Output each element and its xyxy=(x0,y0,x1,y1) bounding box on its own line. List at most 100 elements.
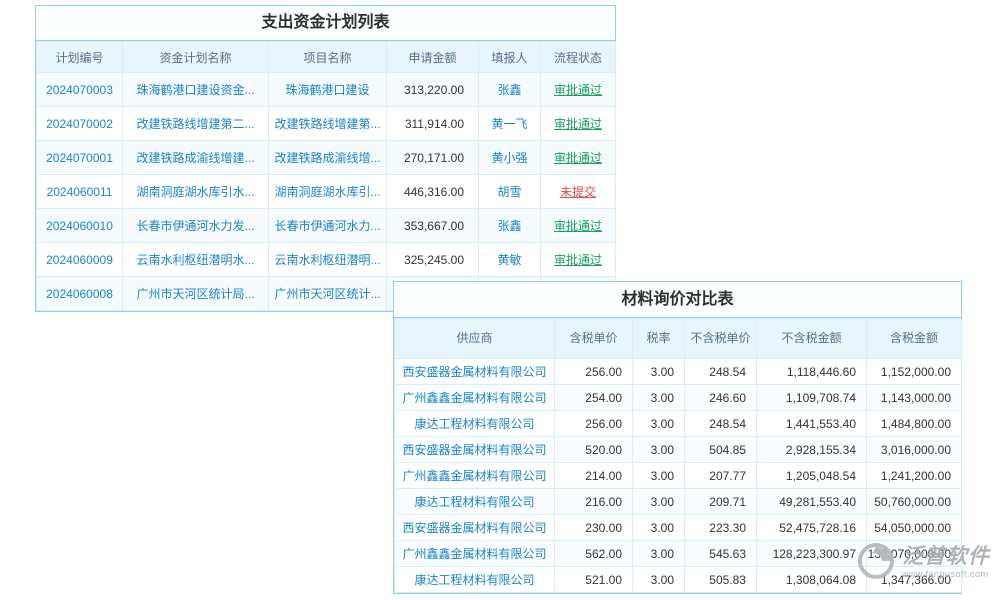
watermark-text: 泛普软件 www.fanpusoft.com xyxy=(902,546,990,579)
table-row[interactable]: 西安盛器金属材料有限公司 520.00 3.00 504.85 2,928,15… xyxy=(395,437,962,463)
tax-rate: 3.00 xyxy=(633,567,685,593)
quote-table-title: 材料询价对比表 xyxy=(394,282,961,318)
plan-name-link[interactable]: 云南水利枢纽潜明水... xyxy=(136,253,254,267)
table-row[interactable]: 2024070002 改建铁路线增建第二... 改建铁路线增建第... 311,… xyxy=(37,107,616,141)
project-name-link[interactable]: 广州市天河区统计... xyxy=(274,287,380,301)
price-no-tax: 223.30 xyxy=(685,515,757,541)
amount-no-tax: 52,475,728.16 xyxy=(757,515,867,541)
supplier-link[interactable]: 康达工程材料有限公司 xyxy=(414,573,534,587)
apply-amount: 446,316.00 xyxy=(387,175,479,209)
plan-name-link[interactable]: 改建铁路成渝线增建... xyxy=(136,151,254,165)
tax-rate: 3.00 xyxy=(633,411,685,437)
amount-with-tax: 1,143,000.00 xyxy=(867,385,962,411)
amount-no-tax: 1,441,553.40 xyxy=(757,411,867,437)
price-with-tax: 520.00 xyxy=(555,437,633,463)
plan-id-link[interactable]: 2024060010 xyxy=(46,219,113,233)
filler-link[interactable]: 张鑫 xyxy=(497,83,521,97)
plan-id-link[interactable]: 2024070002 xyxy=(46,117,113,131)
table-row[interactable]: 2024070003 珠海鹤港口建设资金... 珠海鹤港口建设 313,220.… xyxy=(37,73,616,107)
plan-id-link[interactable]: 2024060011 xyxy=(47,185,113,199)
plan-name-link[interactable]: 湖南洞庭湖水库引水... xyxy=(136,185,254,199)
col-header-status: 流程状态 xyxy=(541,42,616,73)
filler-link[interactable]: 黄小强 xyxy=(491,151,527,165)
status-link[interactable]: 审批通过 xyxy=(554,219,602,233)
amount-no-tax: 1,308,064.08 xyxy=(757,567,867,593)
amount-with-tax: 3,016,000.00 xyxy=(867,437,962,463)
plan-id-link[interactable]: 2024070003 xyxy=(46,83,113,97)
apply-amount: 325,245.00 xyxy=(387,243,479,277)
price-with-tax: 214.00 xyxy=(555,463,633,489)
table-row[interactable]: 康达工程材料有限公司 216.00 3.00 209.71 49,281,553… xyxy=(395,489,962,515)
amount-no-tax: 49,281,553.40 xyxy=(757,489,867,515)
col-header-project-name: 项目名称 xyxy=(269,42,387,73)
price-with-tax: 256.00 xyxy=(555,359,633,385)
amount-no-tax: 1,109,708.74 xyxy=(757,385,867,411)
project-name-link[interactable]: 湖南洞庭湖水库引... xyxy=(274,185,380,199)
tax-rate: 3.00 xyxy=(633,437,685,463)
price-with-tax: 562.00 xyxy=(555,541,633,567)
plan-id-link[interactable]: 2024060008 xyxy=(46,287,113,301)
col-header-price-no-tax: 不含税单价 xyxy=(685,319,757,359)
filler-link[interactable]: 张鑫 xyxy=(497,219,521,233)
amount-no-tax: 1,118,446.60 xyxy=(757,359,867,385)
apply-amount: 353,667.00 xyxy=(387,209,479,243)
price-no-tax: 505.83 xyxy=(685,567,757,593)
price-with-tax: 216.00 xyxy=(555,489,633,515)
status-link[interactable]: 审批通过 xyxy=(554,83,602,97)
tax-rate: 3.00 xyxy=(633,385,685,411)
col-header-amount-with-tax: 含税金额 xyxy=(867,319,962,359)
plan-name-link[interactable]: 长春市伊通河水力发... xyxy=(136,219,254,233)
watermark-brand: 泛普软件 xyxy=(902,546,990,568)
supplier-link[interactable]: 广州鑫鑫金属材料有限公司 xyxy=(402,547,546,561)
col-header-filler: 填报人 xyxy=(479,42,541,73)
project-name-link[interactable]: 珠海鹤港口建设 xyxy=(285,83,369,97)
supplier-link[interactable]: 康达工程材料有限公司 xyxy=(414,495,534,509)
supplier-link[interactable]: 西安盛器金属材料有限公司 xyxy=(402,443,546,457)
supplier-link[interactable]: 西安盛器金属材料有限公司 xyxy=(402,521,546,535)
table-row[interactable]: 2024060009 云南水利枢纽潜明水... 云南水利枢纽潜明... 325,… xyxy=(37,243,616,277)
price-with-tax: 230.00 xyxy=(555,515,633,541)
col-header-tax-rate: 税率 xyxy=(633,319,685,359)
supplier-link[interactable]: 广州鑫鑫金属材料有限公司 xyxy=(402,391,546,405)
amount-no-tax: 1,205,048.54 xyxy=(757,463,867,489)
tax-rate: 3.00 xyxy=(633,489,685,515)
price-no-tax: 248.54 xyxy=(685,359,757,385)
supplier-link[interactable]: 西安盛器金属材料有限公司 xyxy=(402,365,546,379)
table-row[interactable]: 2024070001 改建铁路成渝线增建... 改建铁路成渝线增... 270,… xyxy=(37,141,616,175)
status-link[interactable]: 审批通过 xyxy=(554,151,602,165)
project-name-link[interactable]: 长春市伊通河水力... xyxy=(274,219,380,233)
plan-name-link[interactable]: 广州市天河区统计局... xyxy=(136,287,254,301)
status-link[interactable]: 审批通过 xyxy=(554,117,602,131)
table-row[interactable]: 康达工程材料有限公司 256.00 3.00 248.54 1,441,553.… xyxy=(395,411,962,437)
col-header-price-with-tax: 含税单价 xyxy=(555,319,633,359)
amount-with-tax: 1,484,800.00 xyxy=(867,411,962,437)
watermark-url: www.fanpusoft.com xyxy=(902,570,990,579)
tax-rate: 3.00 xyxy=(633,541,685,567)
table-row[interactable]: 2024060011 湖南洞庭湖水库引水... 湖南洞庭湖水库引... 446,… xyxy=(37,175,616,209)
project-name-link[interactable]: 改建铁路线增建第... xyxy=(274,117,380,131)
supplier-link[interactable]: 广州鑫鑫金属材料有限公司 xyxy=(402,469,546,483)
tax-rate: 3.00 xyxy=(633,359,685,385)
table-row[interactable]: 2024060010 长春市伊通河水力发... 长春市伊通河水力... 353,… xyxy=(37,209,616,243)
status-link[interactable]: 审批通过 xyxy=(554,253,602,267)
plan-id-link[interactable]: 2024070001 xyxy=(46,151,113,165)
filler-link[interactable]: 胡雪 xyxy=(497,185,521,199)
supplier-link[interactable]: 康达工程材料有限公司 xyxy=(414,417,534,431)
filler-link[interactable]: 黄敏 xyxy=(497,253,521,267)
filler-link[interactable]: 黄一飞 xyxy=(491,117,527,131)
project-name-link[interactable]: 云南水利枢纽潜明... xyxy=(274,253,380,267)
apply-amount: 313,220.00 xyxy=(387,73,479,107)
amount-no-tax: 2,928,155.34 xyxy=(757,437,867,463)
table-row[interactable]: 广州鑫鑫金属材料有限公司 214.00 3.00 207.77 1,205,04… xyxy=(395,463,962,489)
table-row[interactable]: 广州鑫鑫金属材料有限公司 254.00 3.00 246.60 1,109,70… xyxy=(395,385,962,411)
project-name-link[interactable]: 改建铁路成渝线增... xyxy=(274,151,380,165)
price-no-tax: 246.60 xyxy=(685,385,757,411)
plan-name-link[interactable]: 珠海鹤港口建设资金... xyxy=(136,83,254,97)
col-header-plan-name: 资金计划名称 xyxy=(123,42,269,73)
plan-name-link[interactable]: 改建铁路线增建第二... xyxy=(136,117,254,131)
amount-with-tax: 50,760,000.00 xyxy=(867,489,962,515)
table-row[interactable]: 西安盛器金属材料有限公司 256.00 3.00 248.54 1,118,44… xyxy=(395,359,962,385)
status-link[interactable]: 未提交 xyxy=(560,185,596,199)
plan-id-link[interactable]: 2024060009 xyxy=(46,253,113,267)
table-row[interactable]: 西安盛器金属材料有限公司 230.00 3.00 223.30 52,475,7… xyxy=(395,515,962,541)
